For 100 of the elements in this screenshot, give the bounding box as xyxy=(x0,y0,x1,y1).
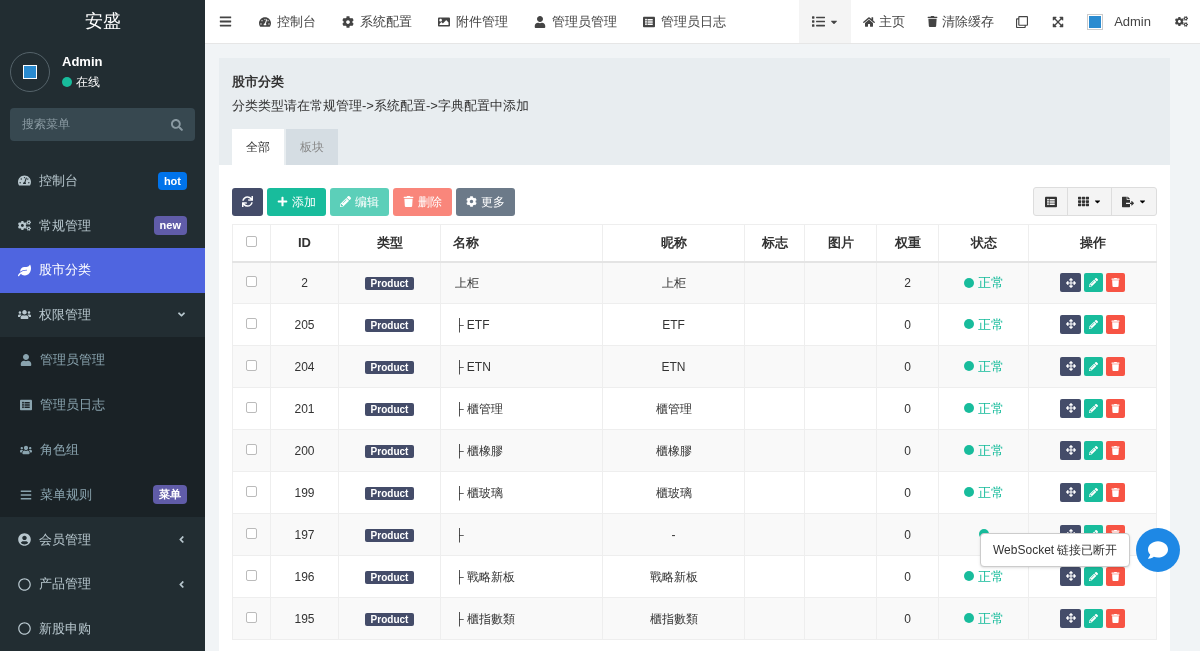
weight-text: 0 xyxy=(904,401,911,416)
nickname-text: ETN xyxy=(661,359,686,374)
sidebar-subitem[interactable]: 管理员管理 xyxy=(0,337,205,383)
type-label: Product xyxy=(364,402,415,416)
nickname-text: 戰略新板 xyxy=(649,569,698,584)
refresh-icon xyxy=(242,196,253,207)
user-icon xyxy=(534,15,546,28)
refresh-button[interactable] xyxy=(232,187,263,216)
drag-button[interactable] xyxy=(1060,482,1081,502)
leaf-icon xyxy=(18,263,31,277)
sidebar-subitem[interactable]: 角色组 xyxy=(0,427,205,473)
weight-text: 2 xyxy=(904,275,911,290)
caret-icon xyxy=(1092,197,1102,206)
type-label: Product xyxy=(364,570,415,584)
row-checkbox[interactable] xyxy=(246,275,257,287)
more-button[interactable]: 更多 xyxy=(456,187,515,216)
nav-tab[interactable]: 管理员管理 xyxy=(521,0,630,43)
row-checkbox[interactable] xyxy=(246,485,257,497)
users-icon xyxy=(18,308,31,322)
users-icon xyxy=(20,443,32,456)
status-text: 正常 xyxy=(977,609,1004,628)
dropdown-button[interactable] xyxy=(799,0,852,43)
delete-row-button[interactable] xyxy=(1106,608,1125,628)
nav-tab[interactable]: 系统配置 xyxy=(329,0,425,43)
id-text: 199 xyxy=(294,485,315,500)
user-menu[interactable]: Admin xyxy=(1076,0,1163,43)
status-text: 正常 xyxy=(977,399,1004,418)
row-checkbox[interactable] xyxy=(246,359,257,371)
plus-icon xyxy=(277,196,288,207)
pencil-icon xyxy=(340,196,351,207)
delete-row-button[interactable] xyxy=(1106,440,1125,460)
nickname-text: 櫃玻璃 xyxy=(655,485,692,500)
row-checkbox[interactable] xyxy=(246,401,257,413)
weight-text: 0 xyxy=(904,485,911,500)
sidebar-item[interactable]: 权限管理 xyxy=(0,292,205,338)
delete-row-button[interactable] xyxy=(1106,356,1125,376)
nickname-text: 上柜 xyxy=(661,275,686,290)
home-icon xyxy=(863,15,876,28)
status-text: 正常 xyxy=(977,357,1004,376)
status-text: 正常 xyxy=(977,567,1004,586)
drag-button[interactable] xyxy=(1060,356,1081,376)
drag-button[interactable] xyxy=(1060,273,1081,292)
sidebar-item[interactable]: 新股申购 xyxy=(0,606,205,651)
search-field[interactable]: 搜索菜单 xyxy=(10,107,195,141)
sidebar-item[interactable]: 常规管理 new xyxy=(0,203,205,248)
category-name: 上柜 xyxy=(455,275,479,290)
move-icon xyxy=(1065,319,1076,330)
panel-tab[interactable]: 全部 xyxy=(232,129,284,165)
panel-title: 股市分类 xyxy=(232,73,285,91)
column-header: 权重 xyxy=(894,235,921,250)
row-checkbox[interactable] xyxy=(246,527,257,539)
category-name: ├ 戰略新板 xyxy=(455,569,515,584)
trash-icon xyxy=(1111,278,1120,287)
delete-row-button[interactable] xyxy=(1106,482,1125,502)
nav-tab[interactable]: 附件管理 xyxy=(425,0,521,43)
trash-icon xyxy=(403,196,414,207)
category-name: ├ 櫃指數類 xyxy=(455,611,515,626)
nickname-text: - xyxy=(671,527,676,542)
home-link[interactable]: 主页 xyxy=(851,0,918,43)
sidebar-item[interactable]: 股市分类 xyxy=(0,247,205,293)
nav-tab[interactable]: 控制台 xyxy=(246,0,329,43)
move-icon xyxy=(1065,403,1076,414)
menu-icon xyxy=(219,15,232,28)
pencil-icon xyxy=(1089,571,1098,581)
trash-icon xyxy=(1111,403,1120,413)
nav-tab[interactable]: 管理员日志 xyxy=(630,0,739,43)
select-all-checkbox[interactable] xyxy=(246,235,257,247)
row-checkbox[interactable] xyxy=(246,611,257,623)
delete-row-button[interactable] xyxy=(1106,314,1125,334)
row-checkbox[interactable] xyxy=(246,317,257,329)
clear-cache-button[interactable]: 清除缓存 xyxy=(917,0,1005,43)
nickname-text: ETF xyxy=(662,317,685,332)
sidebar-item[interactable]: 控制台 hot xyxy=(0,158,205,204)
trash-icon xyxy=(1111,319,1120,329)
pencil-icon xyxy=(1089,613,1098,623)
sidebar-subitem[interactable]: 管理员日志 xyxy=(0,382,205,428)
column-header: 状态 xyxy=(970,235,997,250)
column-header: 标志 xyxy=(761,235,788,250)
drag-button[interactable] xyxy=(1060,398,1081,418)
sidebar-subitem[interactable]: 菜单规则 菜单 xyxy=(0,472,205,518)
category-name: ├ ETF xyxy=(455,317,490,332)
drag-button[interactable] xyxy=(1060,314,1081,334)
drag-button[interactable] xyxy=(1060,440,1081,460)
column-header: 昵称 xyxy=(660,235,687,250)
weight-text: 0 xyxy=(904,359,911,374)
type-label: Product xyxy=(364,612,415,626)
row-checkbox[interactable] xyxy=(246,443,257,455)
delete-row-button[interactable] xyxy=(1106,273,1125,292)
delete-row-button[interactable] xyxy=(1106,398,1125,418)
gear-icon xyxy=(466,196,477,207)
overlapping-squares-icon xyxy=(1016,15,1029,28)
id-text: 204 xyxy=(294,359,315,374)
pencil-icon xyxy=(1089,319,1098,329)
sidebar-item[interactable]: 产品管理 xyxy=(0,561,205,607)
row-checkbox[interactable] xyxy=(246,569,257,581)
drag-button[interactable] xyxy=(1060,608,1081,628)
status-text: 正常 xyxy=(977,315,1004,334)
expand-icon xyxy=(1052,15,1065,28)
sidebar-item[interactable]: 会员管理 xyxy=(0,517,205,562)
gear-icon xyxy=(342,15,354,28)
